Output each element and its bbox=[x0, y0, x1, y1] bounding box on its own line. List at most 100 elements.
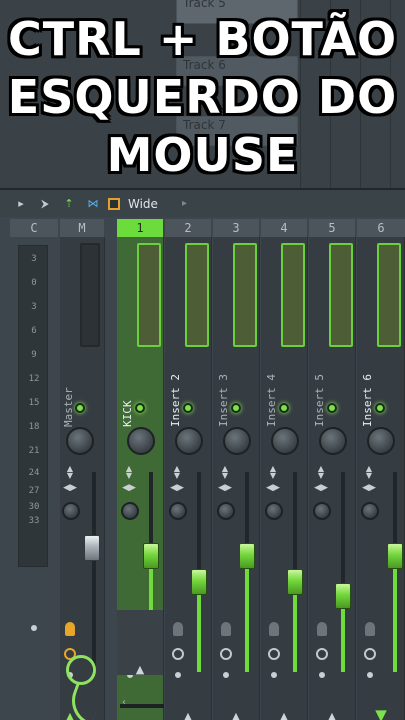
peak-meter bbox=[281, 243, 305, 347]
stereo-knob[interactable] bbox=[121, 502, 139, 520]
header-insert-5[interactable]: 5 bbox=[309, 219, 355, 237]
volume-fader[interactable] bbox=[287, 569, 303, 595]
mixer-strip-insert-5[interactable]: Insert 5 ▲ ▼ ◀▶ ▲ bbox=[309, 237, 356, 720]
header-insert-2[interactable]: 2 bbox=[165, 219, 211, 237]
bird-icon[interactable]: ⮞ bbox=[36, 197, 54, 211]
peak-meter bbox=[233, 243, 257, 347]
db-tick: 24 bbox=[28, 468, 40, 478]
header-insert-1[interactable]: 1 bbox=[117, 219, 163, 237]
route-up-icon[interactable]: ▲ bbox=[133, 663, 147, 676]
volume-fader[interactable] bbox=[239, 543, 255, 569]
swap-left-right-icon[interactable]: ◀▶ bbox=[362, 483, 376, 493]
stereo-knob[interactable] bbox=[217, 502, 235, 520]
enable-led[interactable] bbox=[327, 403, 337, 413]
caption-overlay: CTRL + BOTÃO ESQUERDO DO MOUSE bbox=[0, 10, 405, 184]
route-down-icon[interactable]: ▼ bbox=[374, 706, 388, 720]
strip-label: Insert 6 bbox=[361, 374, 374, 427]
route-up-icon[interactable]: ▲ bbox=[181, 710, 195, 720]
strip-label: Insert 4 bbox=[265, 374, 278, 427]
volume-fader[interactable] bbox=[387, 543, 403, 569]
square-icon[interactable] bbox=[108, 197, 120, 210]
swap-left-right-icon[interactable]: ◀▶ bbox=[63, 483, 77, 493]
clock-icon[interactable] bbox=[220, 648, 232, 660]
db-tick: 6 bbox=[31, 326, 37, 336]
mixer-strip-insert-3[interactable]: Insert 3 ▲ ▼ ◀▶ ▲ bbox=[213, 237, 260, 720]
dot-indicator bbox=[319, 672, 325, 678]
dot-indicator bbox=[31, 625, 37, 631]
swap-up-down-icon[interactable]: ▲ ▼ bbox=[363, 465, 375, 480]
pan-knob[interactable] bbox=[367, 427, 395, 455]
swap-left-right-icon[interactable]: ◀▶ bbox=[266, 483, 280, 493]
plug-icon[interactable] bbox=[317, 622, 327, 636]
plug-icon[interactable] bbox=[65, 622, 75, 636]
strip-label: Insert 2 bbox=[169, 374, 182, 427]
swap-up-down-icon[interactable]: ▲ ▼ bbox=[123, 465, 135, 480]
stereo-knob[interactable] bbox=[361, 502, 379, 520]
routing-cable-ring bbox=[66, 655, 96, 685]
strip-label: Master bbox=[62, 387, 75, 427]
swap-up-down-icon[interactable]: ▲ ▼ bbox=[171, 465, 183, 480]
enable-led[interactable] bbox=[183, 403, 193, 413]
volume-fader[interactable] bbox=[143, 543, 159, 569]
mixer-strip-insert-4[interactable]: Insert 4 ▲ ▼ ◀▶ ▲ bbox=[261, 237, 308, 720]
swap-up-down-icon[interactable]: ▲ ▼ bbox=[315, 465, 327, 480]
swap-left-right-icon[interactable]: ◀▶ bbox=[122, 483, 136, 493]
stereo-knob[interactable] bbox=[313, 502, 331, 520]
pan-knob[interactable] bbox=[66, 427, 94, 455]
menu-arrow-icon[interactable]: ▸ bbox=[12, 197, 30, 210]
dot-indicator bbox=[175, 672, 181, 678]
db-tick: 0 bbox=[31, 278, 37, 288]
caption-line-2: ESQUERDO DO bbox=[7, 70, 398, 124]
clock-icon[interactable] bbox=[172, 648, 184, 660]
volume-fader[interactable] bbox=[84, 535, 100, 561]
plug-icon[interactable] bbox=[173, 622, 183, 636]
mixer-strip-insert-6[interactable]: Insert 6 ▲ ▼ ◀▶ ▼ bbox=[357, 237, 405, 720]
header-insert-3[interactable]: 3 bbox=[213, 219, 259, 237]
enable-led[interactable] bbox=[231, 403, 241, 413]
clock-icon[interactable] bbox=[316, 648, 328, 660]
clock-icon[interactable] bbox=[268, 648, 280, 660]
pan-knob[interactable] bbox=[271, 427, 299, 455]
mixer-strip-master[interactable]: Master ▲ ▼ ◀▶ ▲ bbox=[60, 237, 105, 720]
db-tick: 27 bbox=[28, 486, 40, 496]
enable-led[interactable] bbox=[375, 403, 385, 413]
route-up-icon[interactable]: ▲ bbox=[277, 710, 291, 720]
stereo-knob[interactable] bbox=[169, 502, 187, 520]
swap-left-right-icon[interactable]: ◀▶ bbox=[170, 483, 184, 493]
volume-fader[interactable] bbox=[191, 569, 207, 595]
pan-knob[interactable] bbox=[319, 427, 347, 455]
enable-led[interactable] bbox=[135, 403, 145, 413]
header-insert-4[interactable]: 4 bbox=[261, 219, 307, 237]
route-up-icon[interactable]: ▲ bbox=[325, 710, 339, 720]
horizontal-scrollbar[interactable] bbox=[120, 704, 164, 708]
route-up-icon[interactable]: ▲ bbox=[229, 710, 243, 720]
header-master: M bbox=[60, 219, 104, 237]
db-tick: 30 bbox=[28, 502, 40, 512]
mixer-strip-insert-2[interactable]: Insert 2 ▲ ▼ ◀▶ ▲ bbox=[165, 237, 212, 720]
plug-icon[interactable] bbox=[221, 622, 231, 636]
header-insert-6[interactable]: 6 bbox=[357, 219, 405, 237]
plug-icon[interactable] bbox=[365, 622, 375, 636]
stereo-knob[interactable] bbox=[265, 502, 283, 520]
swap-left-right-icon[interactable]: ◀▶ bbox=[218, 483, 232, 493]
strip-footer: ▲ bbox=[117, 610, 164, 676]
volume-fader[interactable] bbox=[335, 583, 351, 609]
db-tick: 21 bbox=[28, 446, 40, 456]
swap-up-down-icon[interactable]: ▲ ▼ bbox=[267, 465, 279, 480]
pan-knob[interactable] bbox=[175, 427, 203, 455]
pan-knob[interactable] bbox=[127, 427, 155, 455]
enable-led[interactable] bbox=[279, 403, 289, 413]
plug-icon[interactable] bbox=[269, 622, 279, 636]
db-tick: 3 bbox=[31, 302, 37, 312]
stereo-knob[interactable] bbox=[62, 502, 80, 520]
tree-icon[interactable]: ⇡ bbox=[60, 197, 78, 210]
layout-mode-label[interactable]: Wide bbox=[128, 197, 158, 211]
enable-led[interactable] bbox=[75, 403, 85, 413]
clock-icon[interactable] bbox=[364, 648, 376, 660]
swap-up-down-icon[interactable]: ▲ ▼ bbox=[64, 465, 76, 480]
swap-up-down-icon[interactable]: ▲ ▼ bbox=[219, 465, 231, 480]
bowtie-icon[interactable]: ⋈ bbox=[84, 197, 102, 210]
more-arrow-icon[interactable]: ▸ bbox=[182, 198, 187, 209]
swap-left-right-icon[interactable]: ◀▶ bbox=[314, 483, 328, 493]
pan-knob[interactable] bbox=[223, 427, 251, 455]
